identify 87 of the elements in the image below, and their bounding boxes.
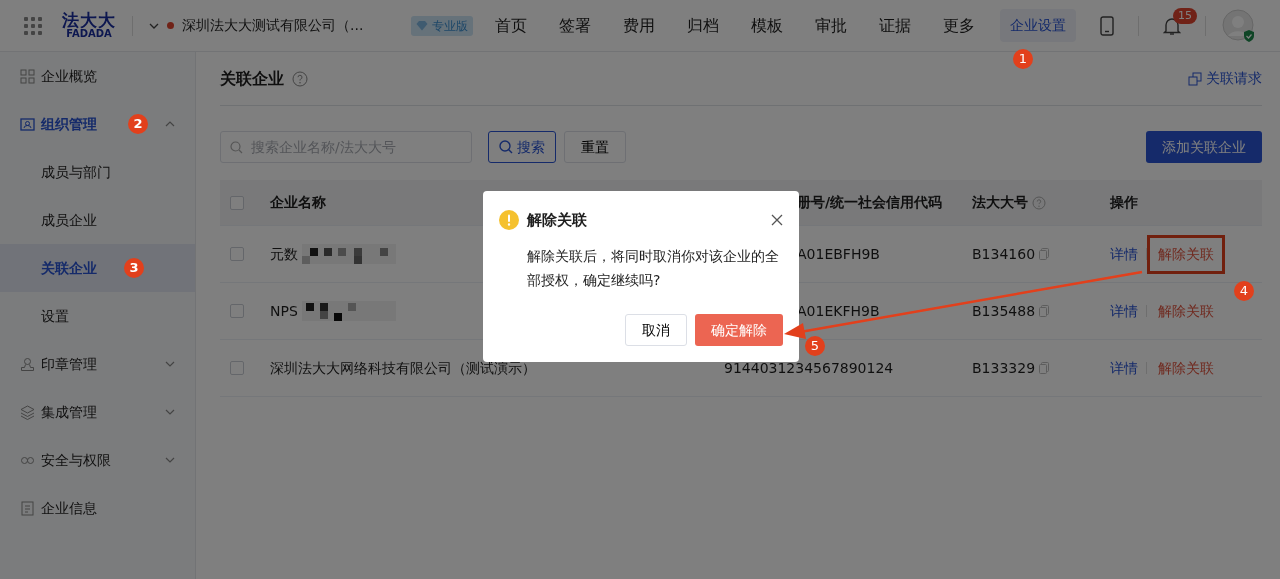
unlink-link[interactable]: 解除关联 (1147, 291, 1225, 331)
table-cell-text: B135488 (972, 301, 1036, 321)
nav-tab[interactable]: 签署 (559, 13, 592, 38)
details-link[interactable]: 详情 (1110, 357, 1138, 379)
logo-text: 法大大 (62, 12, 116, 29)
add-button[interactable]: 添加关联企业 (1146, 131, 1262, 163)
sidebar-subitem[interactable]: 关联企业 3 (0, 244, 195, 292)
dialog-message: 解除关联后，将同时取消你对该企业的全部授权，确定继续吗? (526, 246, 780, 290)
sidebar-subitem[interactable]: 设置 (0, 292, 195, 340)
apps-grid-icon (24, 16, 42, 35)
edition-badge: 专业版 (411, 15, 474, 36)
details-link[interactable]: 详情 (1110, 300, 1138, 322)
request-link[interactable]: 关联请求 (1188, 68, 1262, 89)
reset-button[interactable]: 重置 (564, 131, 626, 163)
warning-icon (499, 210, 519, 231)
checkbox[interactable] (230, 361, 244, 375)
search-button[interactable]: 搜索 (488, 131, 556, 163)
checkbox[interactable] (230, 247, 244, 261)
checkbox[interactable] (230, 195, 244, 210)
sidebar-item[interactable]: 安全与权限 (0, 436, 195, 484)
bell-icon (1163, 15, 1181, 36)
copy-icon (1039, 362, 1050, 374)
chevron-up-icon (165, 121, 175, 127)
grid-icon (20, 68, 35, 84)
table-cell-text: 元数 (270, 244, 298, 264)
chevron-down-icon (165, 361, 175, 367)
details-link[interactable]: 详情 (1110, 243, 1138, 265)
column-header: 册号/统一社会信用代码 (797, 193, 943, 212)
step-number-marker: 1 (1013, 49, 1033, 69)
status-dot (167, 22, 174, 29)
sidebar-item[interactable]: 企业概览 (0, 52, 195, 100)
step-number-marker: 2 (128, 114, 148, 134)
table-cell-text: B134160 (972, 244, 1036, 264)
seal-icon (20, 356, 35, 372)
nav-tab[interactable]: 首页 (495, 13, 528, 38)
nav-tab[interactable]: 审批 (815, 13, 848, 38)
diamond-icon (416, 20, 429, 31)
page-title: 关联企业 (220, 67, 284, 90)
avatar-icon (1222, 8, 1256, 43)
chevron-down-icon (149, 22, 159, 29)
sidebar-item[interactable]: 组织管理 2 (0, 100, 195, 148)
sidebar-item[interactable]: 印章管理 (0, 340, 195, 388)
table-cell-text: B133329 (972, 358, 1036, 378)
sidebar-item[interactable]: 集成管理 (0, 388, 195, 436)
sidebar-item[interactable]: 企业信息 (0, 484, 195, 532)
search-icon (230, 141, 243, 154)
help-icon (292, 70, 308, 87)
table-cell: 9144031234567890124 (724, 359, 894, 376)
nav-tab[interactable]: 费用 (623, 13, 656, 38)
copy-icon (1039, 248, 1050, 260)
phone-icon (1100, 15, 1114, 36)
table-cell: A01EBFH9B (797, 245, 880, 262)
step-number-marker: 5 (805, 336, 825, 356)
chevron-down-icon (165, 457, 175, 463)
column-header: 法大大号 (972, 193, 1028, 212)
org-icon (20, 116, 35, 132)
help-icon (1032, 195, 1046, 210)
nav-tab[interactable]: 更多 (943, 13, 976, 38)
settings-tab[interactable]: 企业设置 (1000, 9, 1076, 42)
sidebar-subitem[interactable]: 成员企业 (0, 196, 195, 244)
chevron-down-icon (165, 409, 175, 415)
sidebar-subitem[interactable]: 成员与部门 (0, 148, 195, 196)
search-icon (499, 140, 513, 154)
dialog-title: 解除关联 (527, 210, 587, 231)
doc-icon (20, 500, 35, 516)
checkbox[interactable] (230, 304, 244, 318)
table-cell-text: NPS (270, 301, 298, 321)
unlink-link[interactable]: 解除关联 (1147, 234, 1225, 274)
table-cell: A01EKFH9B (797, 302, 880, 319)
column-header: 操作 (1110, 193, 1138, 212)
notification-badge: 15 (1173, 7, 1197, 24)
unlink-link[interactable]: 解除关联 (1147, 348, 1225, 388)
nav-tab[interactable]: 模板 (751, 13, 784, 38)
cancel-button[interactable]: 取消 (625, 314, 687, 346)
link-windows-icon (1188, 71, 1202, 86)
nav-tab[interactable]: 证据 (879, 13, 912, 38)
logo-subtext: FADADA (66, 29, 112, 39)
step-number-marker: 3 (124, 258, 144, 278)
table-cell-text: 深圳法大大网络科技有限公司（测试演示） (270, 358, 536, 378)
step-number-marker: 4 (1234, 280, 1254, 301)
copy-icon (1039, 305, 1050, 317)
close-icon[interactable] (771, 214, 783, 227)
company-switcher[interactable]: 深圳法大大测试有限公司（... (149, 15, 364, 36)
layers-icon (20, 404, 35, 420)
confirm-button[interactable]: 确定解除 (695, 314, 783, 346)
nav-tab[interactable]: 归档 (687, 13, 720, 38)
column-header: 企业名称 (270, 193, 326, 212)
